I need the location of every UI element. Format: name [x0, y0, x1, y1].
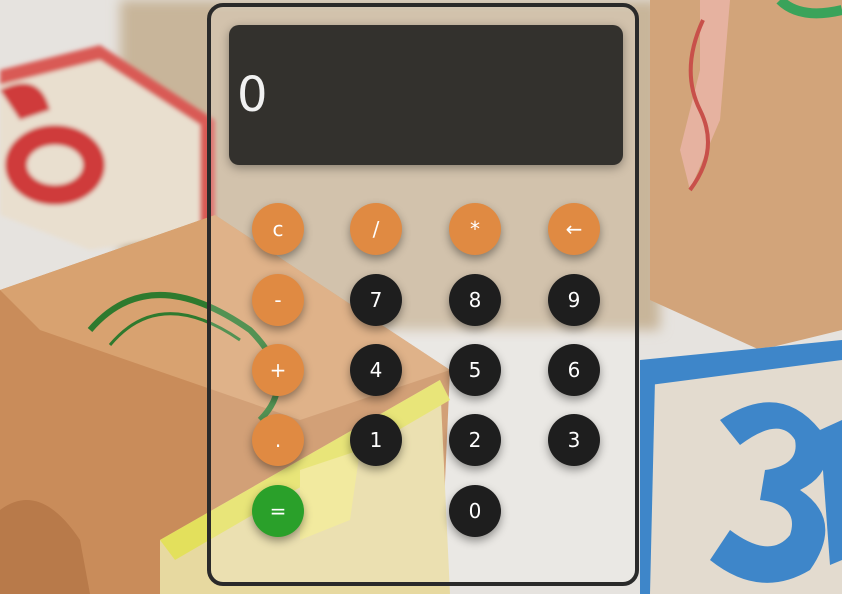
- digit-0-button[interactable]: 0: [449, 485, 501, 537]
- digit-1-button[interactable]: 1: [350, 414, 402, 466]
- digit-7-button[interactable]: 7: [350, 274, 402, 326]
- backspace-button[interactable]: ←: [548, 203, 600, 255]
- minus-button[interactable]: -: [252, 274, 304, 326]
- divide-button[interactable]: /: [350, 203, 402, 255]
- equals-button[interactable]: =: [252, 485, 304, 537]
- digit-5-button[interactable]: 5: [449, 344, 501, 396]
- calculator: 0 c / * ← - 7 8 9 + 4 5 6 . 1 2 3 = 0: [207, 3, 639, 586]
- digit-4-button[interactable]: 4: [350, 344, 402, 396]
- decimal-button[interactable]: .: [252, 414, 304, 466]
- digit-3-button[interactable]: 3: [548, 414, 600, 466]
- digit-2-button[interactable]: 2: [449, 414, 501, 466]
- clear-button[interactable]: c: [252, 203, 304, 255]
- digit-8-button[interactable]: 8: [449, 274, 501, 326]
- digit-6-button[interactable]: 6: [548, 344, 600, 396]
- multiply-button[interactable]: *: [449, 203, 501, 255]
- display: 0: [229, 25, 623, 165]
- display-value: 0: [237, 67, 268, 123]
- digit-9-button[interactable]: 9: [548, 274, 600, 326]
- plus-button[interactable]: +: [252, 344, 304, 396]
